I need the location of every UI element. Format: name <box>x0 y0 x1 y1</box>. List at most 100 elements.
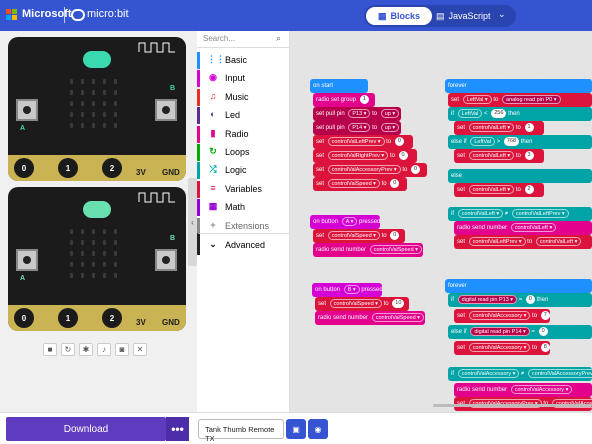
category-math[interactable]: ▦ Math <box>197 199 290 217</box>
category-input[interactable]: ◉ Input <box>197 70 290 88</box>
led-pixel[interactable] <box>81 79 84 84</box>
more-options-button[interactable]: ••• <box>166 417 189 441</box>
led-pixel[interactable] <box>103 79 106 84</box>
button-b[interactable] <box>155 249 177 271</box>
led-pixel[interactable] <box>103 101 106 106</box>
category-music[interactable]: ♫ Music <box>197 88 290 106</box>
button-a[interactable] <box>16 249 38 271</box>
category-led[interactable]: ◐ Led <box>197 107 290 125</box>
led-pixel[interactable] <box>70 262 73 267</box>
on-start-block[interactable]: on start <box>310 79 368 93</box>
led-pixel[interactable] <box>70 79 73 84</box>
set-variable-block[interactable]: set controlValSpeed ▾ to 10 <box>315 297 409 311</box>
pin-3v[interactable]: 3V <box>136 318 146 327</box>
led-pixel[interactable] <box>81 229 84 234</box>
collapse-simulator-button[interactable]: ‹ <box>188 178 197 266</box>
radio-send-number-block[interactable]: radio send number controlValSpeed ▾ <box>315 311 425 325</box>
product-name[interactable]: micro:bit <box>87 8 129 20</box>
else-if-block[interactable]: else if digital read pin P14 ▾ = 0 <box>448 325 592 339</box>
led-pixel[interactable] <box>92 101 95 106</box>
led-pixel[interactable] <box>114 79 117 84</box>
category-radio[interactable]: ▮ Radio <box>197 125 290 143</box>
debug-icon[interactable]: ✱ <box>79 343 93 356</box>
stop-icon[interactable]: ■ <box>43 343 57 356</box>
led-pixel[interactable] <box>70 240 73 245</box>
if-block[interactable]: if controlValAccessory ▾ ≠ controlValAcc… <box>448 367 592 381</box>
set-pull-pin-block[interactable]: set pull pin P14 ▾ to up ▾ <box>313 121 401 135</box>
led-pixel[interactable] <box>92 90 95 95</box>
pin-0[interactable]: 0 <box>14 308 34 328</box>
pin-3v[interactable]: 3V <box>136 168 146 177</box>
led-pixel[interactable] <box>70 273 73 278</box>
set-variable-block[interactable]: set controlValLeftPrev ▾ to 0 <box>313 135 413 149</box>
pin-0[interactable]: 0 <box>14 158 34 178</box>
if-block[interactable]: if digital read pin P13 ▾ = 0 then <box>448 293 592 307</box>
led-pixel[interactable] <box>70 112 73 117</box>
category-advanced[interactable]: ⌄ Advanced <box>197 233 290 255</box>
led-pixel[interactable] <box>103 251 106 256</box>
tab-blocks[interactable]: ▦ Blocks <box>366 7 432 25</box>
set-variable-block[interactable]: set controlValLeft ▾ to 2 <box>454 183 544 197</box>
set-variable-block[interactable]: set controlValLeft ▾ to 3 <box>454 149 544 163</box>
button-b[interactable] <box>155 99 177 121</box>
led-pixel[interactable] <box>81 273 84 278</box>
led-pixel[interactable] <box>70 251 73 256</box>
forever-block[interactable]: forever <box>445 79 592 93</box>
pin-gnd[interactable]: GND <box>162 318 180 327</box>
led-pixel[interactable] <box>81 240 84 245</box>
led-pixel[interactable] <box>92 240 95 245</box>
restart-icon[interactable]: ↻ <box>61 343 75 356</box>
led-pixel[interactable] <box>114 123 117 128</box>
category-loops[interactable]: ↻ Loops <box>197 144 290 161</box>
category-basic[interactable]: ⋮⋮ Basic <box>197 52 290 69</box>
led-pixel[interactable] <box>114 229 117 234</box>
pin-gnd[interactable]: GND <box>162 168 180 177</box>
led-pixel[interactable] <box>81 123 84 128</box>
forever-block[interactable]: forever <box>445 279 592 293</box>
led-pixel[interactable] <box>81 90 84 95</box>
button-a[interactable] <box>16 99 38 121</box>
led-pixel[interactable] <box>103 123 106 128</box>
chevron-down-icon[interactable]: ⌄ <box>498 9 506 20</box>
workspace-scrollbar[interactable] <box>433 404 592 407</box>
set-variable-block[interactable]: set controlValSpeed ▾ to 0 <box>313 229 405 243</box>
mute-icon[interactable]: ♪ <box>97 343 111 356</box>
led-pixel[interactable] <box>92 229 95 234</box>
led-pixel[interactable] <box>114 251 117 256</box>
led-pixel[interactable] <box>70 101 73 106</box>
toolbox-search[interactable]: Search... ⌕ <box>197 31 290 48</box>
project-name-input[interactable]: Tank Thumb Remote TX <box>198 419 284 443</box>
led-pixel[interactable] <box>70 229 73 234</box>
set-variable-block[interactable]: set controlValLeftPrev ▾ to controlValLe… <box>454 235 592 249</box>
led-pixel[interactable] <box>114 90 117 95</box>
set-variable-block[interactable]: set controlValSpeed ▾ to 0 <box>313 177 407 191</box>
on-button-a-block[interactable]: on button A ▾ pressed <box>310 215 380 229</box>
led-pixel[interactable] <box>114 112 117 117</box>
led-pixel[interactable] <box>92 251 95 256</box>
led-pixel[interactable] <box>103 262 106 267</box>
led-pixel[interactable] <box>92 112 95 117</box>
led-pixel[interactable] <box>103 229 106 234</box>
led-pixel[interactable] <box>81 262 84 267</box>
pin-1[interactable]: 1 <box>58 158 78 178</box>
else-if-block[interactable]: else if LeftVal > 768 then <box>448 135 592 149</box>
led-pixel[interactable] <box>114 273 117 278</box>
category-variables[interactable]: ≡ Variables <box>197 180 290 198</box>
led-pixel[interactable] <box>92 79 95 84</box>
download-button[interactable]: Download <box>6 417 166 441</box>
set-variable-block[interactable]: set LeftVal ▾ to analog read pin P0 ▾ <box>448 93 592 107</box>
pin-1[interactable]: 1 <box>58 308 78 328</box>
led-pixel[interactable] <box>92 262 95 267</box>
blocks-workspace[interactable]: on start radio set group 1 set pull pin … <box>290 31 592 412</box>
if-block[interactable]: if LeftVal < 256 then <box>448 107 592 121</box>
radio-send-number-block[interactable]: radio send number controlValAccessory ▾ <box>454 383 592 397</box>
led-pixel[interactable] <box>81 251 84 256</box>
fullscreen-icon[interactable]: ✕ <box>133 343 147 356</box>
set-variable-block[interactable]: set controlValAccessory ▾ to 7 <box>454 309 550 323</box>
led-pixel[interactable] <box>114 101 117 106</box>
led-pixel[interactable] <box>70 90 73 95</box>
led-pixel[interactable] <box>81 101 84 106</box>
pin-2[interactable]: 2 <box>102 308 122 328</box>
search-input[interactable]: Search... <box>203 34 235 43</box>
microbit-board-a[interactable]: A B 0 1 2 3V GND <box>8 37 186 181</box>
